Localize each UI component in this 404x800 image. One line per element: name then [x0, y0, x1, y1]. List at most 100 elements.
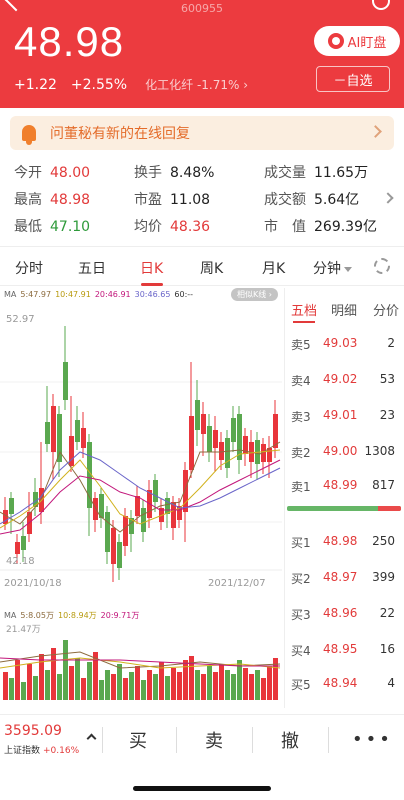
index-value[interactable]: 3595.09	[4, 723, 62, 739]
price-change-pct: +2.55%	[70, 76, 128, 93]
tab-price-split[interactable]: 分价	[373, 300, 399, 319]
buy-button[interactable]: 买	[129, 727, 147, 753]
divider	[102, 727, 103, 753]
buy-level-row[interactable]: 买5 48.94 4	[285, 676, 404, 696]
volume-bar	[135, 666, 140, 700]
volume-bar	[33, 676, 38, 700]
change-row: +1.22 +2.55% 化工化纤 -1.71% ›	[14, 76, 248, 93]
volume-bar	[225, 670, 230, 700]
candle-body	[123, 516, 128, 546]
index-info[interactable]: 上证指数 +0.16%	[4, 743, 79, 756]
sell-level-row[interactable]: 卖5 49.03 2	[285, 336, 404, 356]
stat-turnover: 换手 8.48%	[134, 165, 215, 181]
buy-level-volume: 22	[379, 606, 395, 620]
candle-body	[207, 426, 212, 452]
volume-bar	[219, 664, 224, 700]
order-book: 五档 明细 分价 卖5 49.03 2 卖4 49.02 53 卖3 49.01 23 卖2 49.…	[284, 288, 404, 708]
sell-level-price: 49.03	[323, 336, 358, 350]
x-axis-end-date: 2021/12/07	[208, 578, 266, 589]
buy-level-row[interactable]: 买3 48.96 22	[285, 606, 404, 626]
volume-bar	[105, 670, 110, 700]
volume-bar	[57, 674, 62, 700]
tab-details[interactable]: 明细	[331, 300, 357, 319]
buy-level-volume: 399	[372, 570, 395, 584]
buy-level-row[interactable]: 买2 48.97 399	[285, 570, 404, 590]
volume-bar	[39, 654, 44, 700]
volume-bar	[153, 674, 158, 700]
buy-level-row[interactable]: 买4 48.95 16	[285, 642, 404, 662]
volume-bar	[171, 668, 176, 700]
candle-body	[93, 498, 98, 520]
sell-level-volume: 2	[387, 336, 395, 350]
kline-chart-area[interactable]: MA 5:47.97 10:47.91 20:46.91 30:46.65 60:-- 相…	[0, 288, 282, 708]
buy-level-label: 买5	[291, 678, 311, 692]
order-book-tabs: 五档 明细 分价	[285, 288, 404, 324]
stat-volume: 成交量 11.65万	[264, 165, 369, 181]
active-tab-indicator	[141, 283, 163, 286]
volume-bar	[261, 678, 266, 700]
cancel-order-button[interactable]: 撤	[281, 727, 299, 753]
volume-bar	[165, 676, 170, 700]
tab-monthly-k[interactable]: 月K	[262, 258, 285, 278]
candle-body	[237, 414, 242, 460]
candle-body	[225, 438, 230, 468]
volume-bar	[81, 678, 86, 700]
notice-text: 问董秘有新的在线回复	[50, 126, 190, 142]
current-price: 48.98	[14, 18, 125, 65]
tab-five-levels[interactable]: 五档	[291, 300, 317, 319]
sell-level-row[interactable]: 卖3 49.01 23	[285, 408, 404, 428]
chevron-up-icon[interactable]	[86, 733, 97, 744]
stat-high: 最高 48.98	[14, 192, 91, 208]
candle-body	[51, 406, 56, 452]
candle-body	[153, 480, 158, 502]
sell-level-row[interactable]: 卖4 49.02 53	[285, 372, 404, 392]
volume-bar	[255, 670, 260, 700]
candle-body	[63, 362, 68, 400]
sell-level-volume: 23	[379, 408, 395, 422]
stock-code: 600955	[181, 2, 223, 15]
stat-avg: 均价 48.36	[134, 219, 211, 235]
tab-minute[interactable]: 分钟	[313, 258, 352, 278]
tab-five-day[interactable]: 五日	[78, 258, 106, 278]
more-icon[interactable]: •••	[352, 731, 393, 749]
candle-body	[213, 430, 218, 448]
sell-level-row[interactable]: 卖1 48.99 817	[285, 478, 404, 498]
volume-bar	[111, 674, 116, 700]
ai-watch-label: AI盯盘	[347, 35, 387, 51]
sell-level-price: 49.02	[323, 372, 358, 386]
remove-watchlist-button[interactable]: －自选	[316, 66, 390, 92]
candle-body	[117, 542, 122, 568]
sell-ratio-fill	[378, 506, 401, 511]
volume-bar	[45, 670, 50, 700]
y-axis-low-label: 42.18	[6, 556, 35, 567]
sell-level-row[interactable]: 卖2 49.00 1308	[285, 444, 404, 464]
sector-link[interactable]: 化工化纤 -1.71% ›	[145, 76, 248, 93]
tab-daily-k[interactable]: 日K	[140, 258, 163, 278]
volume-bar	[87, 662, 92, 700]
stat-amount: 成交额 5.64亿	[264, 192, 360, 208]
volume-bar	[231, 674, 236, 700]
divider	[176, 727, 177, 753]
candle-body	[135, 496, 140, 516]
volume-bar	[129, 672, 134, 700]
buy-level-label: 买1	[291, 536, 311, 550]
volume-bar	[117, 664, 122, 700]
candle-body	[21, 536, 26, 550]
secretary-notice[interactable]: 问董秘有新的在线回复	[10, 116, 394, 150]
ai-watch-button[interactable]: AI盯盘	[314, 26, 400, 56]
buy-level-row[interactable]: 买1 48.98 250	[285, 534, 404, 554]
volume-bar	[21, 682, 26, 700]
volume-bar	[3, 672, 8, 700]
candle-body	[189, 416, 194, 470]
stat-mcap: 市 值 269.39亿	[264, 219, 377, 235]
volume-bar	[75, 658, 80, 700]
tab-intraday[interactable]: 分时	[15, 258, 43, 278]
sell-button[interactable]: 卖	[205, 727, 223, 753]
sell-level-label: 卖2	[291, 446, 311, 460]
buy-level-price: 48.95	[323, 642, 358, 656]
tab-weekly-k[interactable]: 周K	[200, 258, 223, 278]
volume-bar	[195, 670, 200, 700]
candle-body	[231, 418, 236, 442]
gear-icon[interactable]	[374, 258, 390, 274]
similar-kline-button[interactable]: 相似K线 ›	[231, 288, 278, 301]
